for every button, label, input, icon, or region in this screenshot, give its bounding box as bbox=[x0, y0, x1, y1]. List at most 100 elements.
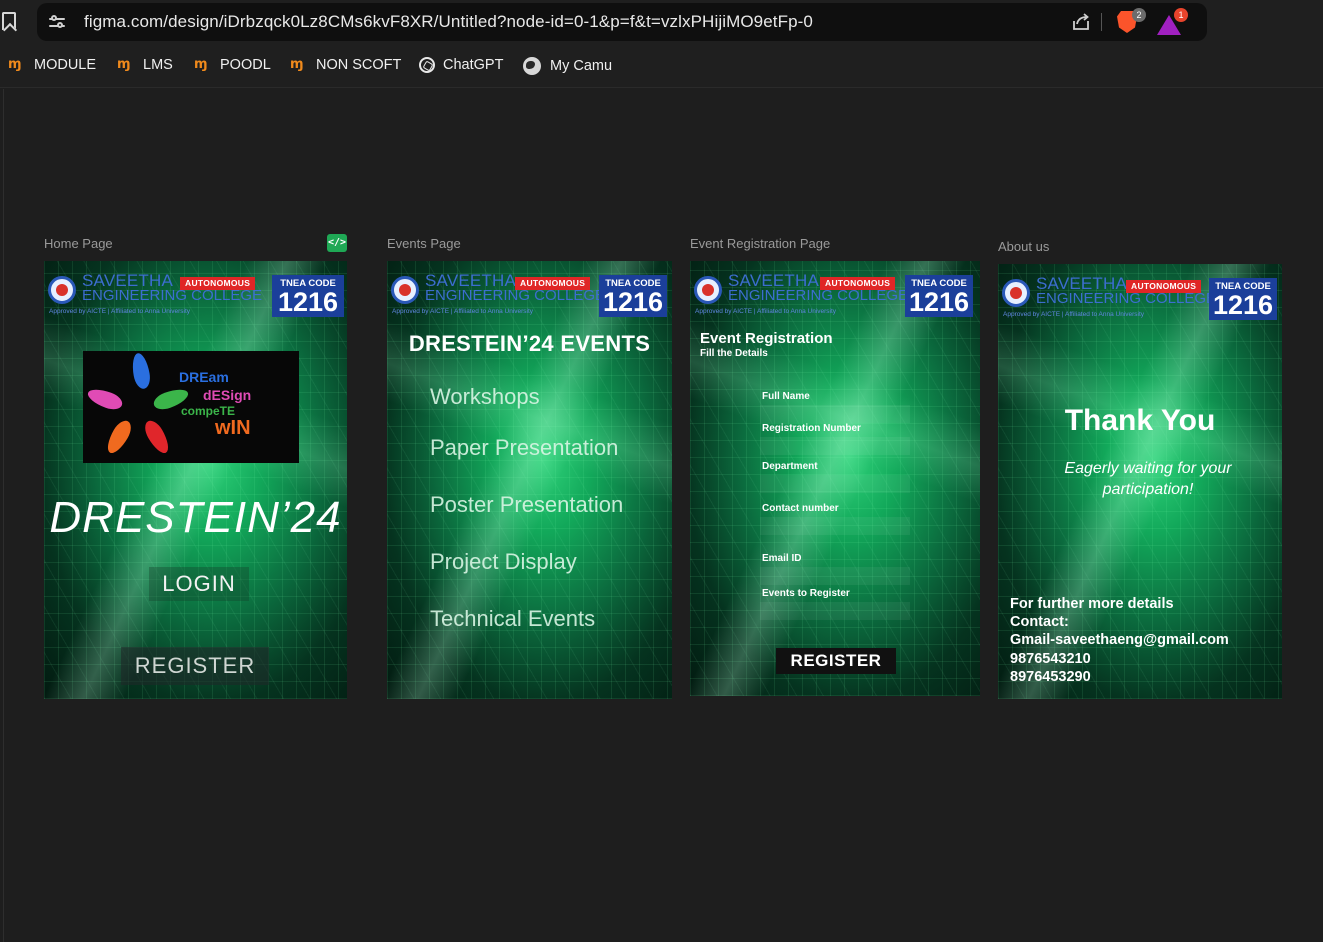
frame-label-events[interactable]: Events Page bbox=[387, 236, 461, 251]
moodle-icon: ɱ bbox=[117, 57, 131, 73]
logo-word-design: dESign bbox=[203, 387, 252, 403]
logo-word-compete: compeTE bbox=[181, 404, 236, 418]
site-settings-icon[interactable] bbox=[49, 14, 65, 30]
logo-petal bbox=[129, 351, 153, 391]
globe-icon bbox=[523, 57, 541, 75]
login-button[interactable]: LOGIN bbox=[149, 567, 249, 601]
department-label: Department bbox=[762, 461, 818, 472]
registration-title: Event Registration bbox=[700, 330, 833, 347]
bookmark-chatgpt[interactable]: ChatGPT bbox=[419, 57, 503, 75]
contact-number-label: Contact number bbox=[762, 503, 839, 514]
autonomous-badge: AUTONOMOUS bbox=[1126, 280, 1202, 293]
event-title: DRESTEIN’24 bbox=[49, 493, 342, 542]
event-item-workshops[interactable]: Workshops bbox=[430, 384, 540, 410]
college-header: SAVEETHA ENGINEERING COLLEGE Approved by… bbox=[998, 264, 1282, 324]
toolbar-divider bbox=[1101, 13, 1102, 31]
bookmark-my-camu[interactable]: My Camu bbox=[523, 57, 612, 75]
logo-petal bbox=[85, 385, 125, 413]
bookmark-poodl[interactable]: ɱ POODL bbox=[194, 57, 271, 75]
contact-phone: 9876543210 bbox=[1010, 651, 1091, 667]
autonomous-badge: AUTONOMOUS bbox=[820, 277, 896, 290]
moodle-icon: ɱ bbox=[8, 57, 22, 73]
college-header: SAVEETHA ENGINEERING COLLEGE Approved by… bbox=[44, 261, 347, 321]
bookmark-lms[interactable]: ɱ LMS bbox=[117, 57, 173, 75]
register-button[interactable]: REGISTER bbox=[776, 648, 896, 674]
share-icon[interactable] bbox=[1071, 12, 1091, 32]
bookmark-label: ChatGPT bbox=[443, 57, 504, 73]
logo-petal bbox=[141, 417, 173, 457]
college-emblem-icon bbox=[48, 276, 76, 304]
tnea-code-badge: TNEA CODE 1216 bbox=[272, 275, 344, 317]
college-approval: Approved by AICTE | Affiliated to Anna U… bbox=[49, 308, 191, 315]
events-to-register-label: Events to Register bbox=[762, 588, 850, 599]
college-name: SAVEETHA bbox=[82, 271, 174, 290]
college-approval: Approved by AICTE | Affiliated to Anna U… bbox=[695, 308, 837, 315]
moodle-icon: ɱ bbox=[290, 57, 304, 73]
registration-number-field[interactable] bbox=[760, 437, 910, 455]
college-header: SAVEETHA ENGINEERING COLLEGE Approved by… bbox=[690, 261, 980, 321]
event-item-project-display[interactable]: Project Display bbox=[430, 549, 577, 575]
tnea-code: 1216 bbox=[1212, 290, 1274, 320]
registration-page-frame[interactable]: SAVEETHA ENGINEERING COLLEGE Approved by… bbox=[690, 261, 980, 696]
waiting-message: Eagerly waiting for your participation! bbox=[1064, 460, 1232, 498]
bookmark-label: LMS bbox=[143, 57, 173, 73]
tnea-code: 1216 bbox=[602, 287, 664, 317]
register-button[interactable]: REGISTER bbox=[121, 647, 269, 685]
bookmark-icon[interactable] bbox=[2, 12, 16, 30]
frame-label-about[interactable]: About us bbox=[998, 239, 1049, 254]
events-title: DRESTEIN’24 EVENTS bbox=[408, 331, 651, 356]
full-name-field[interactable] bbox=[760, 405, 910, 423]
event-item-paper-presentation[interactable]: Paper Presentation bbox=[430, 435, 618, 461]
events-to-register-field[interactable] bbox=[760, 602, 910, 620]
tnea-code-badge: TNEA CODE 1216 bbox=[1209, 278, 1277, 320]
college-name: SAVEETHA bbox=[728, 271, 820, 290]
college-emblem-icon bbox=[391, 276, 419, 304]
browser-toolbar: figma.com/design/iDrbzqck0Lz8CMs6kvF8XR/… bbox=[0, 0, 1323, 44]
college-name: SAVEETHA bbox=[425, 271, 517, 290]
full-name-label: Full Name bbox=[762, 391, 810, 402]
department-field[interactable] bbox=[760, 475, 910, 493]
contact-email: Gmail-saveethaeng@gmail.com bbox=[1010, 632, 1229, 648]
bookmark-label: NON SCOFT bbox=[316, 57, 402, 73]
college-name-line2: ENGINEERING COLLEGE bbox=[425, 287, 606, 304]
brave-shields-badge: 2 bbox=[1132, 8, 1146, 22]
contact-number-field[interactable] bbox=[760, 517, 910, 535]
bookmarks-bar: ɱ MODULE ɱ LMS ɱ POODL ɱ NON SCOFT ChatGPT M… bbox=[0, 44, 1323, 88]
contact-phone: 8976453290 bbox=[1010, 669, 1091, 685]
contact-line: For further more details bbox=[1010, 596, 1174, 612]
event-item-technical-events[interactable]: Technical Events bbox=[430, 606, 595, 632]
home-page-frame[interactable]: SAVEETHA ENGINEERING COLLEGE Approved by… bbox=[44, 261, 347, 699]
frame-label-registration[interactable]: Event Registration Page bbox=[690, 236, 830, 251]
college-name-line2: ENGINEERING COLLEGE bbox=[728, 287, 909, 304]
frame-label-home[interactable]: Home Page bbox=[44, 236, 113, 251]
dev-mode-code-icon[interactable]: </> bbox=[327, 234, 347, 252]
bookmark-label: My Camu bbox=[550, 57, 613, 74]
logo-word-dream: DREam bbox=[179, 369, 229, 385]
registration-number-label: Registration Number bbox=[762, 423, 861, 434]
url-text[interactable]: figma.com/design/iDrbzqck0Lz8CMs6kvF8XR/… bbox=[84, 12, 813, 32]
bookmark-module[interactable]: ɱ MODULE bbox=[8, 57, 96, 75]
thank-you-heading: Thank You bbox=[1064, 404, 1216, 437]
event-item-poster-presentation[interactable]: Poster Presentation bbox=[430, 492, 623, 518]
bookmark-label: MODULE bbox=[34, 57, 97, 73]
autonomous-badge: AUTONOMOUS bbox=[180, 277, 256, 290]
brave-rewards-badge: 1 bbox=[1174, 8, 1188, 22]
bookmark-non-scoft[interactable]: ɱ NON SCOFT bbox=[290, 57, 401, 75]
logo-word-win: wIN bbox=[215, 417, 251, 439]
moodle-icon: ɱ bbox=[194, 57, 208, 73]
autonomous-badge: AUTONOMOUS bbox=[515, 277, 591, 290]
events-page-frame[interactable]: SAVEETHA ENGINEERING COLLEGE Approved by… bbox=[387, 261, 672, 699]
tnea-code-badge: TNEA CODE 1216 bbox=[905, 275, 973, 317]
college-name-line2: ENGINEERING COLLEGE bbox=[1036, 290, 1217, 307]
college-header: SAVEETHA ENGINEERING COLLEGE Approved by… bbox=[387, 261, 672, 321]
address-bar[interactable]: figma.com/design/iDrbzqck0Lz8CMs6kvF8XR/… bbox=[37, 3, 1207, 41]
tnea-code: 1216 bbox=[908, 287, 970, 317]
college-approval: Approved by AICTE | Affiliated to Anna U… bbox=[1003, 311, 1145, 318]
college-emblem-icon bbox=[1002, 279, 1030, 307]
contact-line: Contact: bbox=[1010, 614, 1069, 630]
college-name-line2: ENGINEERING COLLEGE bbox=[82, 287, 263, 304]
email-field[interactable] bbox=[760, 567, 910, 585]
chatgpt-icon bbox=[419, 57, 435, 74]
college-emblem-icon bbox=[694, 276, 722, 304]
about-page-frame[interactable]: SAVEETHA ENGINEERING COLLEGE Approved by… bbox=[998, 264, 1282, 699]
